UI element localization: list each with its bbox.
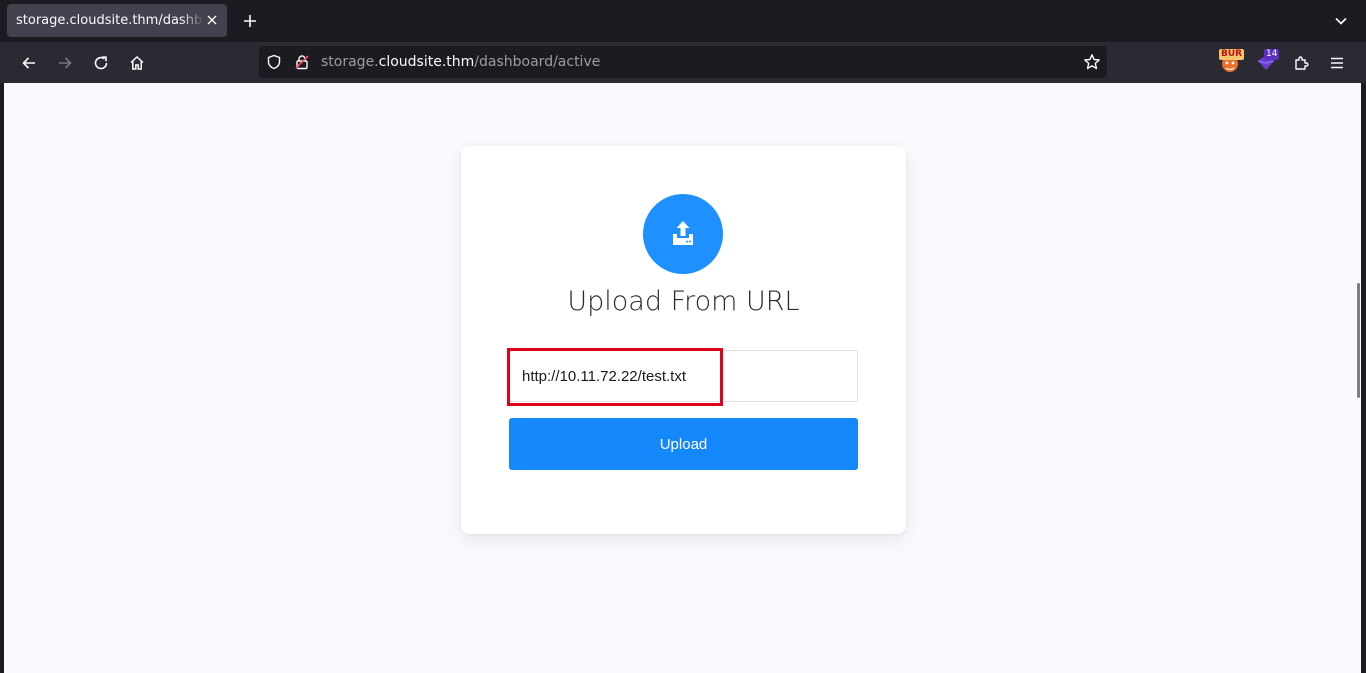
upload-card: Upload From URL Upload [461, 146, 906, 534]
counter-badge: 14 [1264, 49, 1280, 60]
nav-toolbar: storage.cloudsite.thm/dashboard/active B… [0, 42, 1366, 83]
upload-button[interactable]: Upload [509, 418, 858, 470]
extensions-button[interactable] [1288, 50, 1314, 76]
url-text[interactable]: storage.cloudsite.thm/dashboard/active [321, 54, 600, 70]
back-arrow-icon [22, 57, 35, 69]
tab-title: storage.cloudsite.thm/dashboard/active [16, 13, 204, 28]
hamburger-icon [1331, 57, 1343, 69]
upload-icon-circle [643, 194, 723, 274]
burp-badge: BUR [1219, 49, 1245, 60]
home-icon [130, 55, 144, 70]
home-button[interactable] [124, 50, 150, 76]
back-button[interactable] [16, 50, 42, 76]
close-icon[interactable] [204, 12, 220, 28]
reload-button[interactable] [88, 50, 114, 76]
chevron-down-icon[interactable] [1331, 11, 1351, 31]
page-title: Upload From URL [567, 286, 800, 317]
url-input[interactable] [509, 350, 858, 402]
address-bar[interactable]: storage.cloudsite.thm/dashboard/active [259, 46, 1107, 78]
url-host: cloudsite.thm [378, 54, 475, 70]
tab-strip: storage.cloudsite.thm/dashboard/active [0, 0, 1366, 42]
new-tab-button[interactable] [240, 11, 260, 31]
shield-icon[interactable] [266, 54, 282, 70]
burp-extension-button[interactable]: BUR [1217, 49, 1245, 75]
scrollbar[interactable] [1357, 283, 1360, 398]
tab-active[interactable]: storage.cloudsite.thm/dashboard/active [7, 4, 227, 37]
forward-arrow-icon [59, 57, 72, 69]
puzzle-icon [1295, 56, 1309, 70]
star-icon[interactable] [1083, 53, 1101, 71]
forward-button[interactable] [52, 50, 78, 76]
page-viewport: Upload From URL Upload [4, 83, 1361, 673]
url-prefix: storage. [321, 54, 379, 70]
reload-icon [94, 56, 108, 70]
upload-icon [673, 221, 693, 245]
counter-extension-button[interactable]: 14 [1253, 49, 1280, 75]
menu-button[interactable] [1324, 50, 1350, 76]
url-path: /dashboard/active [474, 54, 601, 70]
insecure-lock-icon[interactable] [294, 54, 310, 70]
